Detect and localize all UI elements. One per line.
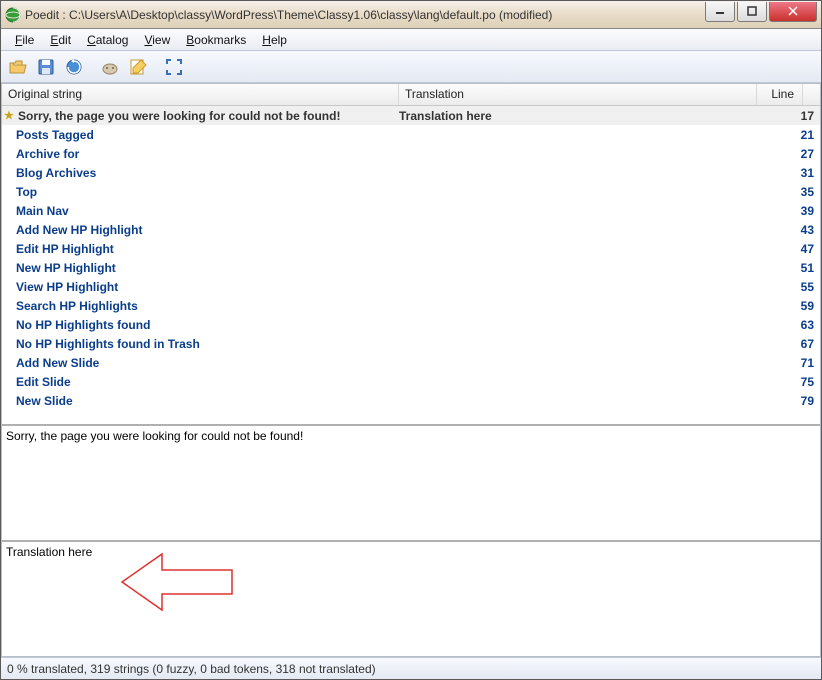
table-row[interactable]: Add New HP Highlight 43 [2, 220, 820, 239]
orig-text: Top [16, 185, 37, 199]
table-row[interactable]: Add New Slide 71 [2, 353, 820, 372]
col-translation[interactable]: Translation [399, 84, 757, 105]
table-row[interactable]: No HP Highlights found 63 [2, 315, 820, 334]
menu-help[interactable]: Help [254, 31, 295, 49]
source-textarea[interactable] [2, 426, 820, 540]
table-row[interactable]: Main Nav 39 [2, 201, 820, 220]
orig-text: No HP Highlights found in Trash [16, 337, 200, 351]
edit-button[interactable] [125, 54, 151, 80]
open-button[interactable] [5, 54, 31, 80]
line-number: 27 [774, 147, 820, 161]
table-row[interactable]: ★ Sorry, the page you were looking for co… [2, 106, 820, 125]
orig-text: No HP Highlights found [16, 318, 150, 332]
orig-text: Sorry, the page you were looking for cou… [18, 109, 340, 123]
col-line[interactable]: Line [757, 84, 803, 105]
line-number: 17 [774, 109, 820, 123]
status-text: 0 % translated, 319 strings (0 fuzzy, 0 … [7, 662, 376, 676]
menu-bar: File Edit Catalog View Bookmarks Help [1, 29, 821, 51]
table-header: Original string Translation Line [2, 84, 820, 106]
orig-text: Search HP Highlights [16, 299, 138, 313]
orig-text: View HP Highlight [16, 280, 118, 294]
table-row[interactable]: Archive for 27 [2, 144, 820, 163]
line-number: 67 [774, 337, 820, 351]
line-number: 59 [774, 299, 820, 313]
orig-text: Edit Slide [16, 375, 71, 389]
table-row[interactable]: Blog Archives 31 [2, 163, 820, 182]
line-number: 51 [774, 261, 820, 275]
line-number: 79 [774, 394, 820, 408]
table-row[interactable]: No HP Highlights found in Trash 67 [2, 334, 820, 353]
table-row[interactable]: Edit Slide 75 [2, 372, 820, 391]
status-bar: 0 % translated, 319 strings (0 fuzzy, 0 … [1, 657, 821, 679]
menu-view[interactable]: View [136, 31, 178, 49]
line-number: 55 [774, 280, 820, 294]
table-row[interactable]: Top 35 [2, 182, 820, 201]
table-row[interactable]: New Slide 79 [2, 391, 820, 410]
orig-text: Add New HP Highlight [16, 223, 142, 237]
refresh-button[interactable] [61, 54, 87, 80]
orig-text: Posts Tagged [16, 128, 94, 142]
menu-edit[interactable]: Edit [42, 31, 79, 49]
line-number: 35 [774, 185, 820, 199]
translation-textarea[interactable] [2, 542, 820, 656]
source-editor [2, 424, 820, 540]
line-number: 71 [774, 356, 820, 370]
orig-text: Blog Archives [16, 166, 96, 180]
col-scroll-gutter [803, 84, 820, 105]
orig-text: Main Nav [16, 204, 69, 218]
orig-text: Add New Slide [16, 356, 99, 370]
main-panel: Original string Translation Line ★ Sorry,… [1, 83, 821, 657]
table-row[interactable]: Edit HP Highlight 47 [2, 239, 820, 258]
app-window: Poedit : C:\Users\A\Desktop\classy\WordP… [0, 0, 822, 680]
orig-text: Archive for [16, 147, 79, 161]
line-number: 39 [774, 204, 820, 218]
star-icon: ★ [4, 109, 14, 122]
fullscreen-button[interactable] [161, 54, 187, 80]
table-body[interactable]: ★ Sorry, the page you were looking for co… [2, 106, 820, 424]
save-button[interactable] [33, 54, 59, 80]
menu-file[interactable]: File [7, 31, 42, 49]
line-number: 47 [774, 242, 820, 256]
window-controls [705, 2, 817, 22]
line-number: 21 [774, 128, 820, 142]
menu-catalog[interactable]: Catalog [79, 31, 136, 49]
line-number: 63 [774, 318, 820, 332]
translation-editor [2, 540, 820, 656]
app-icon [5, 7, 21, 23]
orig-text: New HP Highlight [16, 261, 116, 275]
table-row[interactable]: View HP Highlight 55 [2, 277, 820, 296]
toolbar [1, 51, 821, 83]
line-number: 31 [774, 166, 820, 180]
table-row[interactable]: New HP Highlight 51 [2, 258, 820, 277]
maximize-button[interactable] [737, 2, 767, 22]
trans-text: Translation here [399, 109, 774, 123]
col-original[interactable]: Original string [2, 84, 399, 105]
validate-button[interactable] [97, 54, 123, 80]
orig-text: Edit HP Highlight [16, 242, 114, 256]
line-number: 43 [774, 223, 820, 237]
menu-bookmarks[interactable]: Bookmarks [178, 31, 254, 49]
orig-text: New Slide [16, 394, 73, 408]
close-button[interactable] [769, 2, 817, 22]
table-row[interactable]: Posts Tagged 21 [2, 125, 820, 144]
table-row[interactable]: Search HP Highlights 59 [2, 296, 820, 315]
title-bar[interactable]: Poedit : C:\Users\A\Desktop\classy\WordP… [1, 1, 821, 29]
window-title: Poedit : C:\Users\A\Desktop\classy\WordP… [25, 8, 705, 22]
minimize-button[interactable] [705, 2, 735, 22]
line-number: 75 [774, 375, 820, 389]
